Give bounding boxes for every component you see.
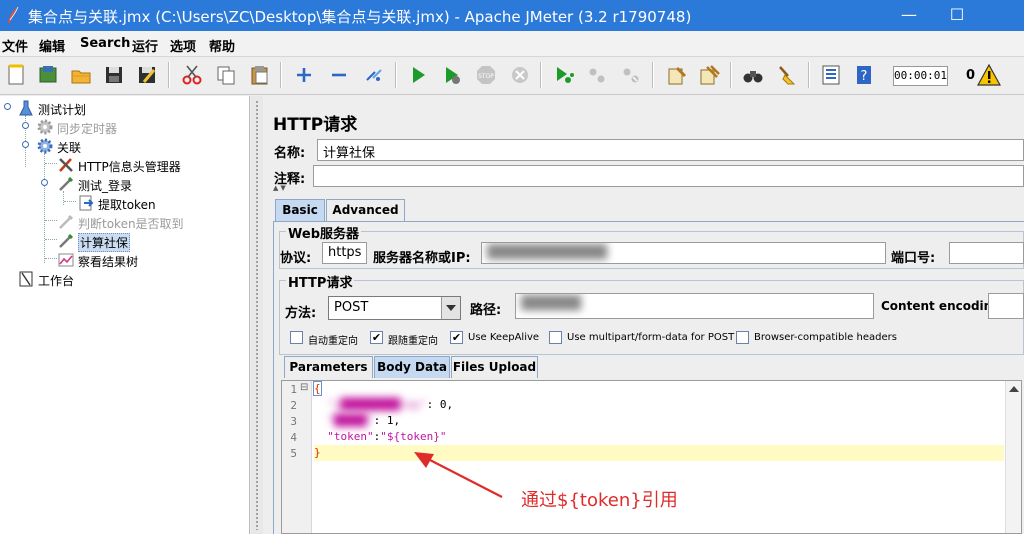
annotation-arrow [414,452,503,498]
annotation-text: 通过${token}引用 [521,490,678,511]
